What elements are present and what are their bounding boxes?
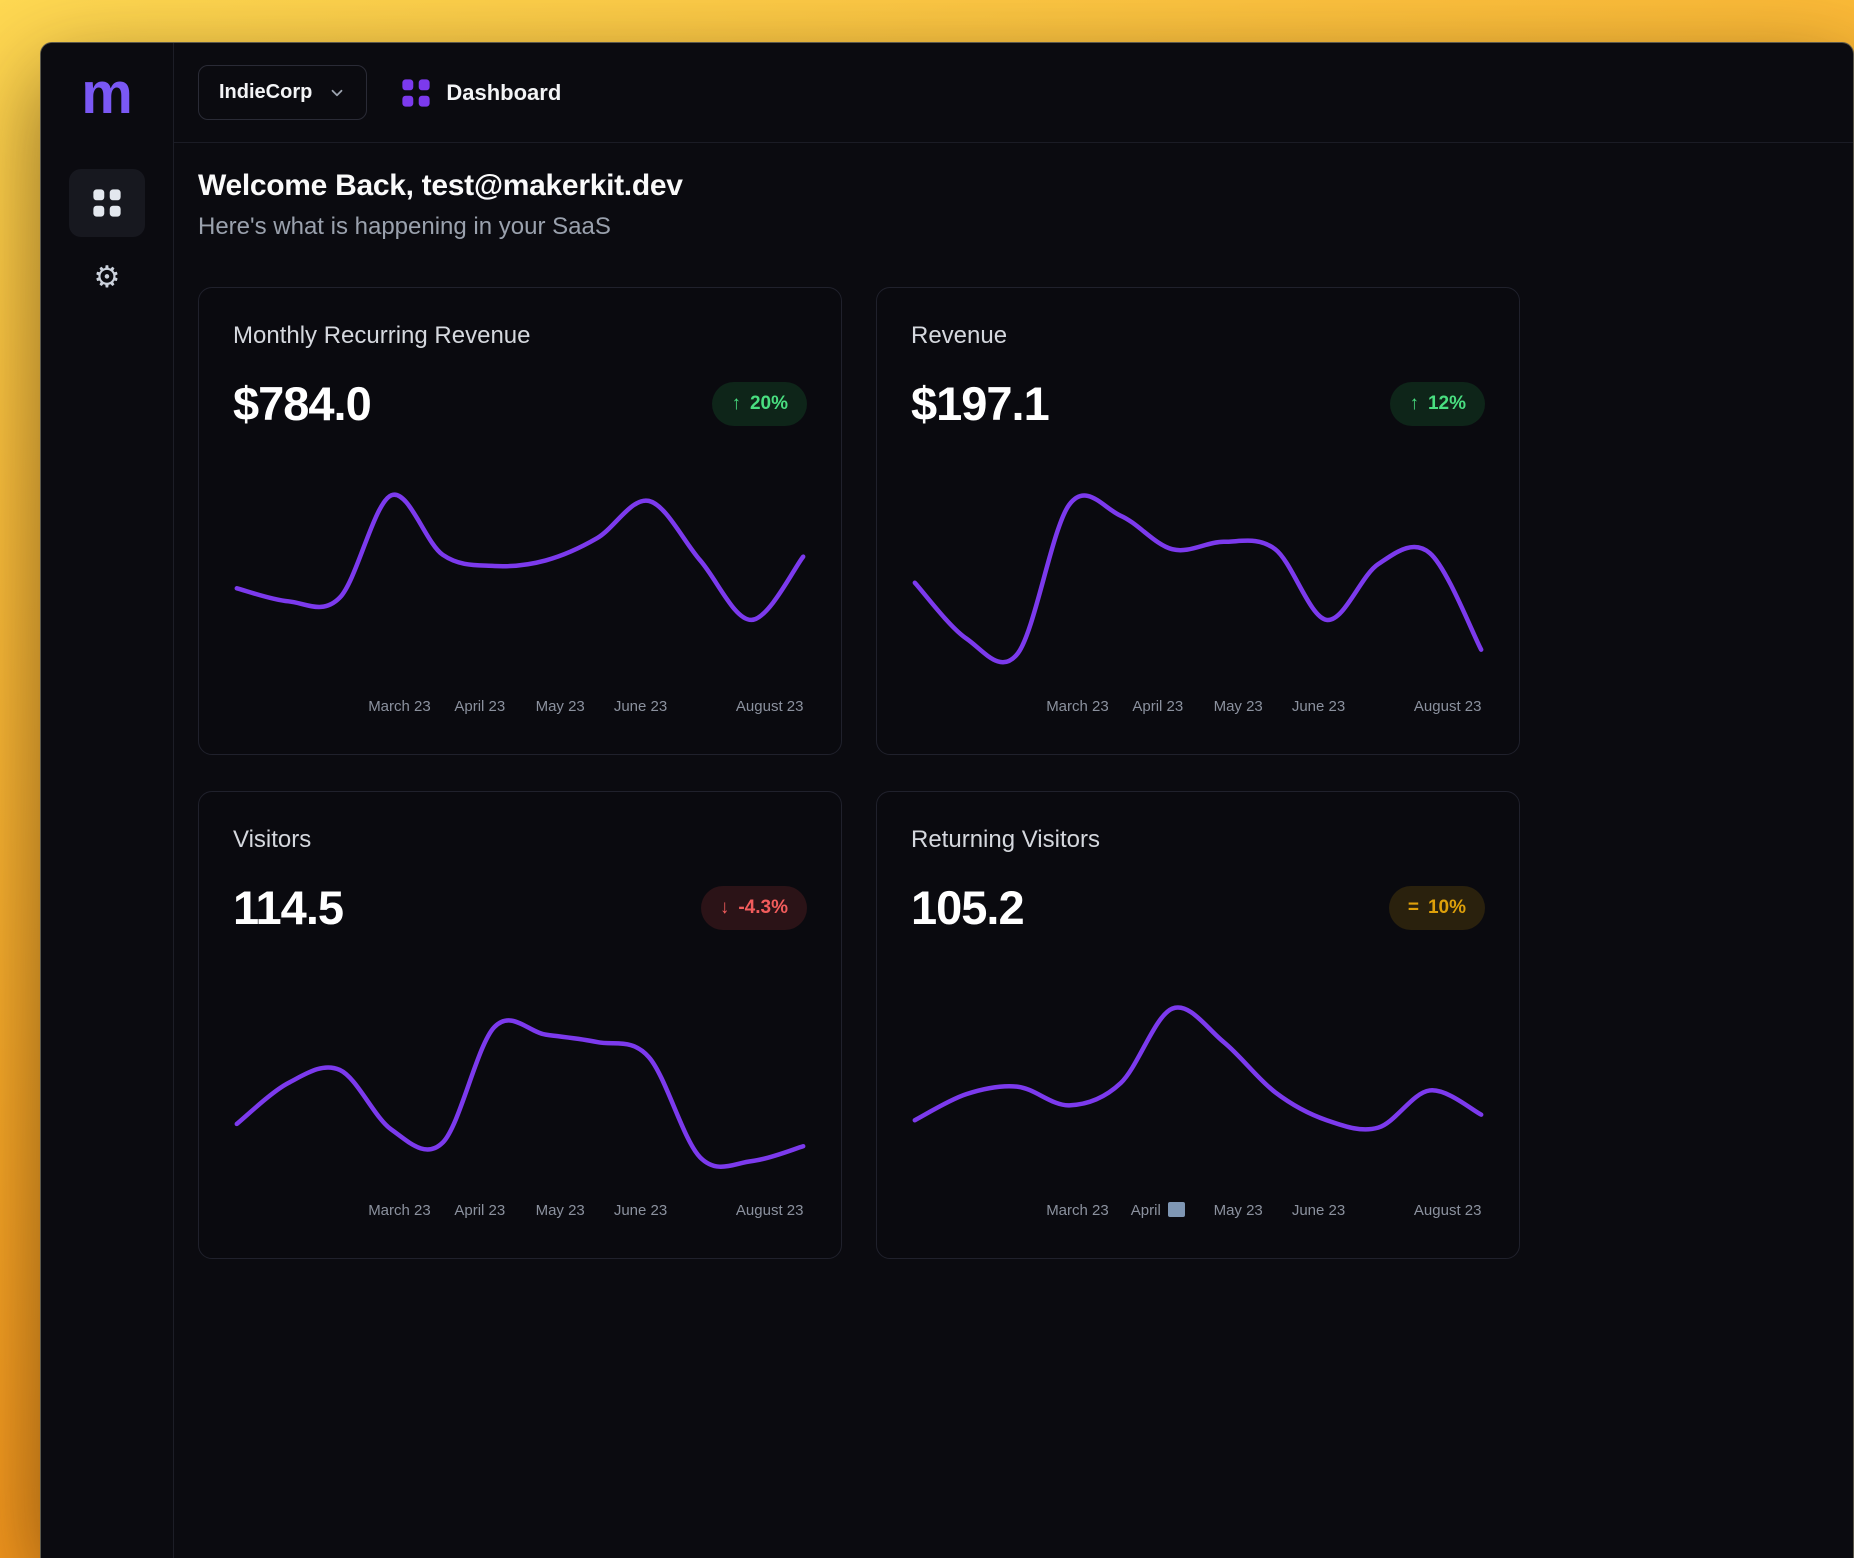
sidebar-item-settings[interactable]: ⚙ xyxy=(94,263,121,293)
stat-card-returning-visitors: Returning Visitors 105.2 = 10% March 23 A… xyxy=(876,791,1520,1259)
gear-icon: ⚙ xyxy=(94,261,121,294)
trend-value: 12% xyxy=(1428,393,1466,415)
trend-value: 10% xyxy=(1428,897,1466,919)
trend-up-icon: ↑ xyxy=(731,393,741,415)
stat-card-revenue: Revenue $197.1 ↑ 12% March 23 April 23 May… xyxy=(876,287,1520,755)
chart-canvas xyxy=(911,978,1485,1190)
card-value: $784.0 xyxy=(233,376,371,431)
chart-canvas xyxy=(233,474,807,686)
trend-badge: ↑ 20% xyxy=(712,382,807,426)
line-chart: March 23 April 23 May 23 June 23 August 23 xyxy=(233,474,807,720)
top-header: IndieCorp Dashboard xyxy=(174,43,1853,143)
stat-card-mrr: Monthly Recurring Revenue $784.0 ↑ 20% M… xyxy=(198,287,842,755)
app-logo[interactable]: m xyxy=(81,65,133,123)
line-chart: March 23 April May 23 June 23 August 23 xyxy=(911,978,1485,1224)
x-axis-label: March 23 xyxy=(368,1202,431,1219)
x-axis-label: August 23 xyxy=(1414,698,1482,715)
x-axis-label: June 23 xyxy=(614,698,667,715)
x-axis-label: June 23 xyxy=(1292,698,1345,715)
card-value: $197.1 xyxy=(911,376,1049,431)
stats-grid: Monthly Recurring Revenue $784.0 ↑ 20% M… xyxy=(198,287,1520,1259)
x-axis-label: August 23 xyxy=(1414,1202,1482,1219)
breadcrumb: Dashboard xyxy=(401,78,561,108)
chart-x-labels: March 23 April 23 May 23 June 23 August 23 xyxy=(233,698,807,720)
x-axis-label: May 23 xyxy=(536,1202,585,1219)
trend-flat-icon: = xyxy=(1408,897,1419,919)
x-axis-label: May 23 xyxy=(536,698,585,715)
card-title: Revenue xyxy=(911,322,1485,350)
welcome-subtitle: Here's what is happening in your SaaS xyxy=(198,213,1829,241)
card-title: Monthly Recurring Revenue xyxy=(233,322,807,350)
x-axis-label: April xyxy=(1131,1202,1185,1219)
x-axis-label: April 23 xyxy=(454,1202,505,1219)
org-name: IndieCorp xyxy=(219,81,312,104)
x-axis-label: March 23 xyxy=(1046,698,1109,715)
line-chart: March 23 April 23 May 23 June 23 August 23 xyxy=(911,474,1485,720)
chart-x-labels: March 23 April 23 May 23 June 23 August 23 xyxy=(911,698,1485,720)
welcome-title: Welcome Back, test@makerkit.dev xyxy=(198,169,1829,203)
x-axis-label: March 23 xyxy=(1046,1202,1109,1219)
x-axis-label: June 23 xyxy=(614,1202,667,1219)
chart-canvas xyxy=(233,978,807,1190)
card-value: 114.5 xyxy=(233,880,343,935)
x-axis-label: April 23 xyxy=(1132,698,1183,715)
x-axis-label: April 23 xyxy=(454,698,505,715)
x-axis-label: August 23 xyxy=(736,1202,804,1219)
trend-value: 20% xyxy=(750,393,788,415)
chevron-down-icon xyxy=(328,84,346,102)
x-axis-label: June 23 xyxy=(1292,1202,1345,1219)
trend-badge: ↑ 12% xyxy=(1390,382,1485,426)
grid-icon xyxy=(92,188,122,218)
org-switcher-button[interactable]: IndieCorp xyxy=(198,65,367,120)
trend-badge: ↓ -4.3% xyxy=(701,886,807,930)
chart-x-labels: March 23 April May 23 June 23 August 23 xyxy=(911,1202,1485,1224)
chart-canvas xyxy=(911,474,1485,686)
card-title: Visitors xyxy=(233,826,807,854)
trend-value: -4.3% xyxy=(738,897,788,919)
sidebar: m ⚙ xyxy=(41,43,174,1558)
card-title: Returning Visitors xyxy=(911,826,1485,854)
stat-card-visitors: Visitors 114.5 ↓ -4.3% March 23April 23M… xyxy=(198,791,842,1259)
app-window: m ⚙ IndieCorp xyxy=(40,42,1854,1558)
x-axis-label: May 23 xyxy=(1214,1202,1263,1219)
trend-down-icon: ↓ xyxy=(720,897,730,919)
selection-artifact-square xyxy=(1168,1202,1185,1217)
trend-badge: = 10% xyxy=(1389,886,1485,930)
x-axis-label: May 23 xyxy=(1214,698,1263,715)
content-area: IndieCorp Dashboard xyxy=(174,43,1853,1558)
trend-up-icon: ↑ xyxy=(1409,393,1419,415)
x-axis-label: August 23 xyxy=(736,698,804,715)
sidebar-item-dashboard[interactable] xyxy=(69,169,145,237)
page-title: Dashboard xyxy=(446,80,561,106)
line-chart: March 23 April 23 May 23 June 23 August 23 xyxy=(233,978,807,1224)
chart-x-labels: March 23 April 23 May 23 June 23 August 23 xyxy=(233,1202,807,1224)
x-axis-label: March 23 xyxy=(368,698,431,715)
card-value: 105.2 xyxy=(911,880,1024,935)
dashboard-grid-icon xyxy=(401,78,431,108)
dashboard-main: Welcome Back, test@makerkit.dev Here's w… xyxy=(174,143,1853,1558)
